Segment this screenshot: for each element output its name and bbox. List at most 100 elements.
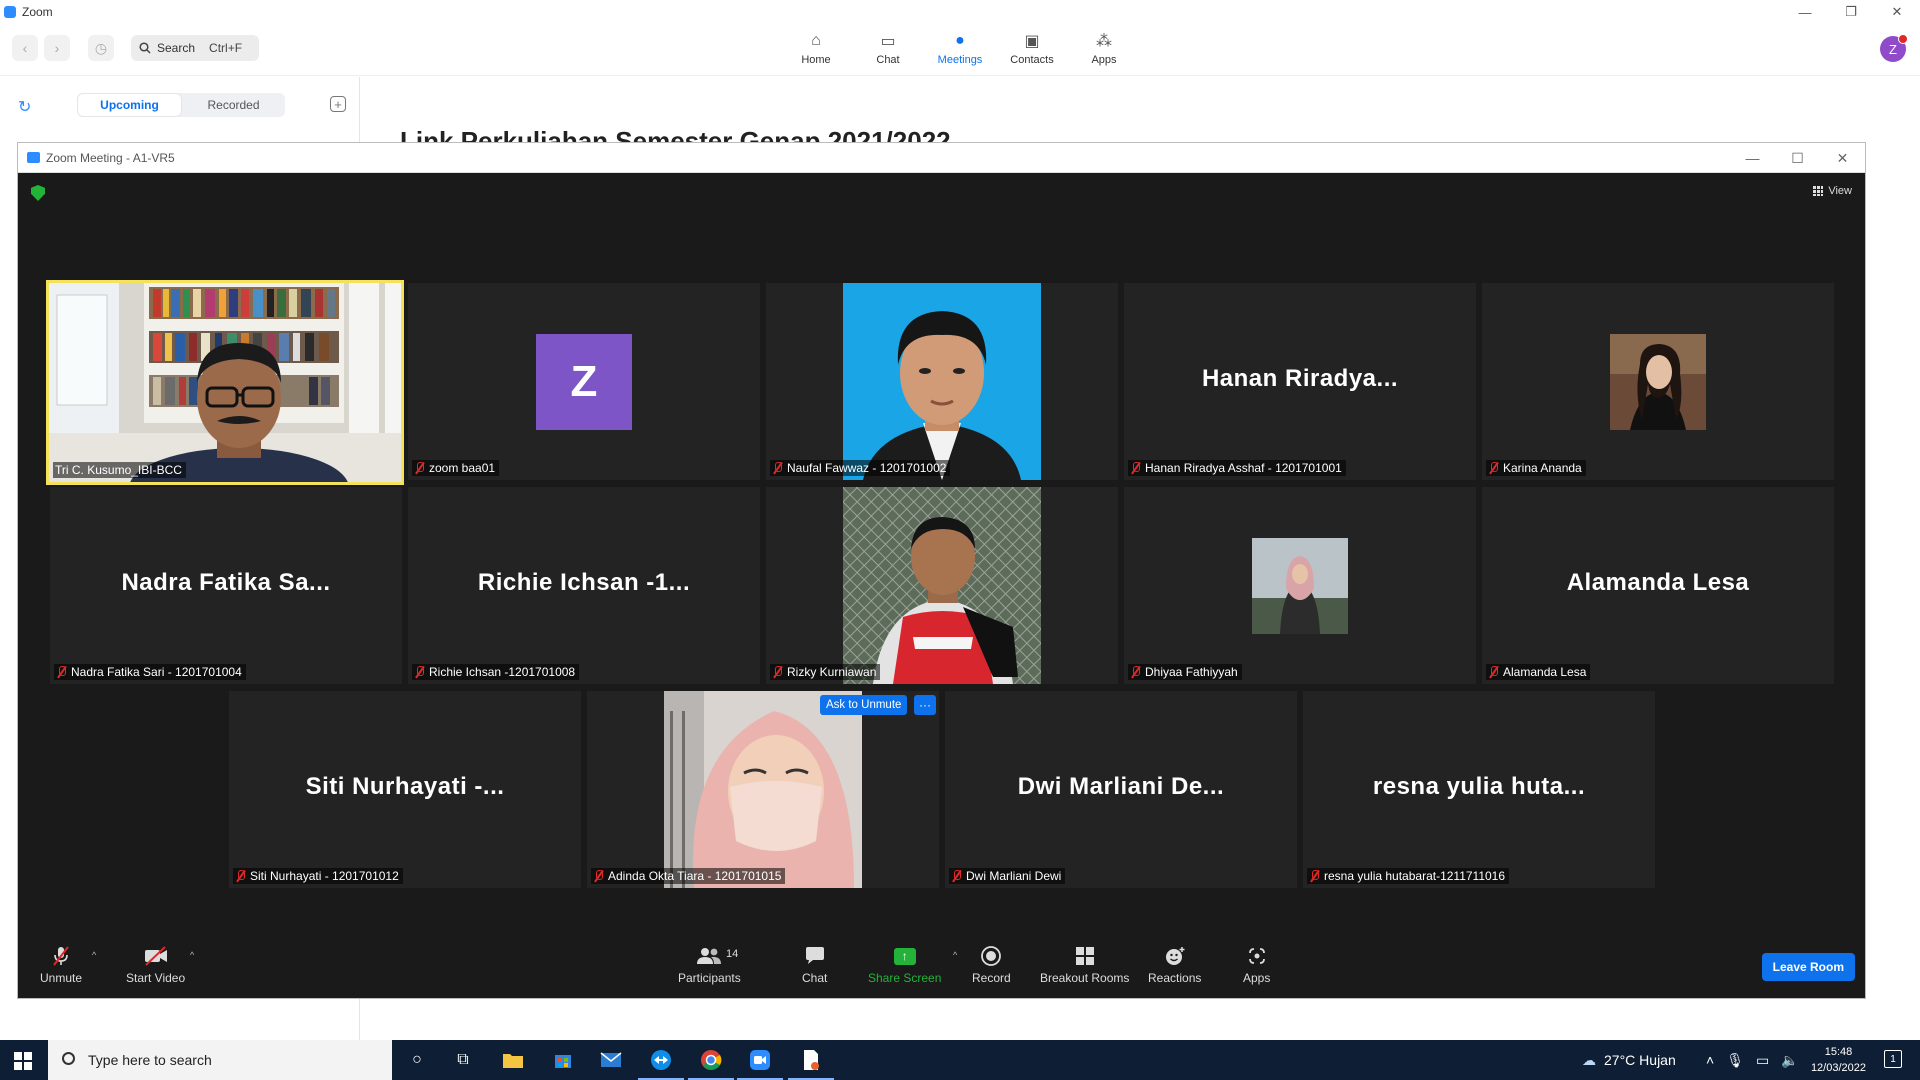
breakout-rooms-icon — [1074, 944, 1096, 968]
weather-widget[interactable]: ☁ 27°C Hujan — [1582, 1040, 1676, 1080]
apps-label: Apps — [1243, 971, 1271, 985]
teamviewer-icon[interactable] — [638, 1048, 684, 1080]
participant-tile[interactable]: Richie Ichsan -1... Richie Ichsan -12017… — [408, 487, 760, 684]
start-video-button[interactable]: Start Video — [126, 944, 185, 985]
forward-button[interactable]: › — [44, 35, 70, 61]
muted-mic-icon — [1309, 870, 1320, 882]
participant-name: zoom baa01 — [429, 461, 496, 475]
search-icon — [62, 1052, 75, 1065]
participant-tile[interactable]: Z zoom baa01 — [408, 283, 760, 480]
share-screen-icon: ↑ — [893, 944, 916, 968]
participant-tile[interactable]: Adinda Okta Tiara - 1201701015 — [587, 691, 939, 888]
search-label: Search — [157, 41, 196, 55]
refresh-icon[interactable]: ↻ — [18, 97, 31, 117]
chrome-icon[interactable] — [688, 1048, 734, 1080]
participant-profile-photo — [1610, 334, 1706, 430]
participant-video — [49, 283, 401, 482]
participant-name-label: Rizky Kurniawan — [770, 664, 881, 680]
task-view-icon[interactable]: ⧉ — [450, 1048, 476, 1072]
participant-tile[interactable]: resna yulia huta... resna yulia hutabara… — [1303, 691, 1655, 888]
muted-mic-icon — [56, 666, 67, 678]
participant-name: Tri C. Kusumo_IBI-BCC — [55, 463, 182, 477]
clock-date: 12/03/2022 — [1810, 1062, 1866, 1074]
participant-name: Rizky Kurniawan — [787, 665, 877, 679]
participant-name-label: Adinda Okta Tiara - 1201701015 — [591, 868, 786, 884]
history-button[interactable]: ◷ — [88, 35, 114, 61]
more-options-button[interactable]: ··· — [914, 695, 936, 715]
participant-tile[interactable]: Dwi Marliani De... Dwi Marliani Dewi — [945, 691, 1297, 888]
store-icon[interactable] — [550, 1048, 576, 1072]
security-shield-icon[interactable] — [31, 185, 45, 201]
nav-home[interactable]: ⌂ Home — [780, 30, 852, 66]
file-explorer-icon[interactable] — [500, 1048, 526, 1072]
document-app-icon[interactable] — [788, 1048, 834, 1080]
meeting-close-button[interactable]: ✕ — [1820, 143, 1865, 173]
cortana-icon[interactable]: ○ — [404, 1048, 430, 1072]
record-button[interactable]: Record — [972, 944, 1011, 985]
zoom-meeting-icon — [27, 152, 40, 163]
participant-tile[interactable]: Dhiyaa Fathiyyah — [1124, 487, 1476, 684]
participant-name: Nadra Fatika Sari - 1201701004 — [71, 665, 242, 679]
notification-center-icon[interactable]: 1 — [1884, 1050, 1902, 1068]
windows-start-icon[interactable] — [14, 1052, 32, 1070]
ask-to-unmute-button[interactable]: Ask to Unmute — [820, 695, 908, 715]
nav-contacts[interactable]: ▣ Contacts — [996, 30, 1068, 66]
audio-options-caret-icon[interactable]: ^ — [92, 950, 96, 960]
participant-tile[interactable]: Karina Ananda — [1482, 283, 1834, 480]
participant-name-label: Richie Ichsan -1201701008 — [412, 664, 580, 680]
zoom-logo-icon — [4, 6, 16, 18]
participant-name: Richie Ichsan -1201701008 — [429, 665, 576, 679]
muted-microphone-icon — [50, 944, 72, 968]
participant-tile[interactable]: Alamanda Lesa Alamanda Lesa — [1482, 487, 1834, 684]
meeting-maximize-button[interactable]: ☐ — [1775, 143, 1820, 173]
taskbar-search-box[interactable]: Type here to search — [48, 1040, 392, 1080]
participant-avatar: Z — [536, 334, 632, 430]
zoom-taskbar-icon[interactable] — [737, 1048, 783, 1080]
view-button[interactable]: View — [1813, 185, 1852, 197]
restore-button[interactable]: ❐ — [1828, 0, 1874, 24]
leave-room-button[interactable]: Leave Room — [1761, 953, 1855, 981]
participant-tile[interactable]: Siti Nurhayati -... Siti Nurhayati - 120… — [229, 691, 581, 888]
network-icon[interactable]: ▭ — [1756, 1052, 1769, 1069]
close-button[interactable]: ✕ — [1874, 0, 1920, 24]
start-video-label: Start Video — [126, 971, 186, 985]
nav-meetings[interactable]: ● Meetings — [924, 30, 996, 66]
mail-icon[interactable] — [598, 1048, 624, 1072]
taskbar-search-placeholder: Type here to search — [88, 1052, 212, 1068]
taskbar-clock[interactable]: 15:48 12/03/2022 — [1811, 1044, 1866, 1076]
video-options-caret-icon[interactable]: ^ — [190, 950, 194, 960]
minimize-button[interactable]: — — [1782, 0, 1828, 24]
reactions-button[interactable]: Reactions — [1148, 944, 1201, 985]
unmute-button[interactable]: Unmute — [40, 944, 82, 985]
back-button[interactable]: ‹ — [12, 35, 38, 61]
meeting-titlebar: Zoom Meeting - A1-VR5 — ☐ ✕ — [18, 143, 1865, 173]
user-avatar[interactable]: Z — [1880, 34, 1908, 62]
participant-tile[interactable]: Rizky Kurniawan — [766, 487, 1118, 684]
meeting-window: Zoom Meeting - A1-VR5 — ☐ ✕ View Tri C. … — [17, 142, 1866, 999]
share-screen-button[interactable]: ↑ Share Screen — [868, 944, 941, 985]
share-options-caret-icon[interactable]: ^ — [953, 950, 957, 960]
search-box[interactable]: Search Ctrl+F — [131, 35, 259, 61]
apps-button[interactable]: Apps — [1243, 944, 1270, 985]
participant-name-label: Dhiyaa Fathiyyah — [1128, 664, 1242, 680]
nav-chat[interactable]: ▭ Chat — [852, 30, 924, 66]
tab-upcoming[interactable]: Upcoming — [77, 93, 182, 117]
muted-mic-icon — [772, 462, 783, 474]
participant-name-label: Karina Ananda — [1486, 460, 1586, 476]
add-meeting-icon[interactable]: + — [330, 96, 346, 112]
search-shortcut: Ctrl+F — [209, 41, 243, 55]
tab-recorded[interactable]: Recorded — [182, 93, 285, 117]
meeting-controls: Unmute ^ Start Video ^ Participants 14 C… — [18, 938, 1865, 998]
nav-chat-label: Chat — [876, 54, 900, 66]
participant-tile[interactable]: Naufal Fawwaz - 1201701002 — [766, 283, 1118, 480]
breakout-rooms-button[interactable]: Breakout Rooms — [1040, 944, 1129, 985]
participant-tile[interactable]: Tri C. Kusumo_IBI-BCC — [46, 280, 404, 485]
participant-tile[interactable]: Hanan Riradya... Hanan Riradya Asshaf - … — [1124, 283, 1476, 480]
participant-tile[interactable]: Nadra Fatika Sa... Nadra Fatika Sari - 1… — [50, 487, 402, 684]
nav-apps[interactable]: ⁂ Apps — [1068, 30, 1140, 66]
microphone-icon[interactable]: 🎙 — [1726, 1052, 1744, 1069]
meeting-minimize-button[interactable]: — — [1730, 143, 1775, 173]
show-hidden-icons-icon[interactable]: ˄ — [1706, 1052, 1714, 1068]
chat-button[interactable]: Chat — [802, 944, 827, 985]
volume-icon[interactable]: 🔈 — [1781, 1052, 1798, 1069]
